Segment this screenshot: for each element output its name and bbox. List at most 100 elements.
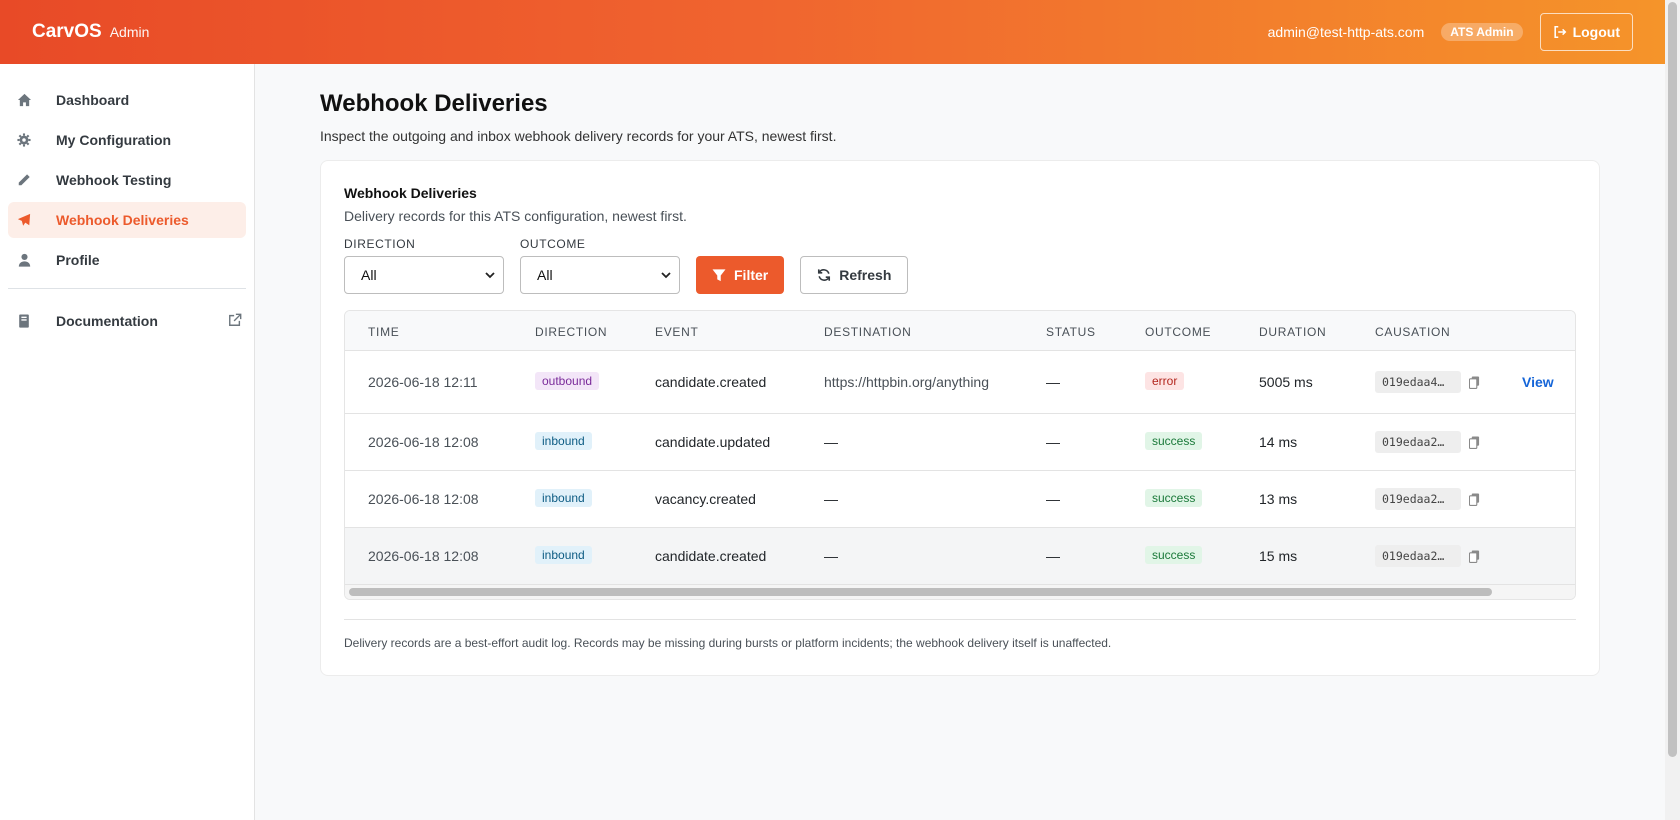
sidebar-item-profile[interactable]: Profile [8,242,246,278]
logout-button[interactable]: Logout [1539,13,1633,51]
column-header-time: TIME [368,325,400,339]
card-divider [344,619,1576,620]
column-header-causation: CAUSATION [1375,325,1451,339]
page-vertical-scrollbar[interactable] [1665,0,1680,820]
sidebar-item-dashboard[interactable]: Dashboard [8,82,246,118]
cell-time: 2026-06-18 12:11 [368,374,478,390]
cell-status: — [1046,491,1060,507]
cell-destination: — [824,548,838,564]
page-title: Webhook Deliveries [320,90,548,117]
cell-duration: 13 ms [1259,491,1298,507]
view-link[interactable]: View [1522,374,1554,390]
home-icon [16,92,32,108]
cell-duration: 5005 ms [1259,374,1313,390]
cell-time: 2026-06-18 12:08 [368,434,479,450]
chevron-down-icon [661,271,671,278]
sidebar-item-label: Webhook Deliveries [56,212,189,228]
outcome-badge: success [1145,546,1203,564]
cell-destination: — [824,491,838,507]
logout-icon [1553,25,1566,39]
cell-duration: 14 ms [1259,434,1298,450]
top-header: CarvOS Admin admin@test-http-ats.com ATS… [0,0,1665,64]
cell-time: 2026-06-18 12:08 [368,491,479,507]
cell-outcome: success [1145,432,1203,450]
causation-id: 019edaa2… [1375,431,1461,453]
refresh-button[interactable]: Refresh [800,256,909,294]
cell-causation: 019edaa2… [1375,545,1480,567]
copy-icon[interactable] [1469,376,1480,389]
page-scrollbar-thumb[interactable] [1668,2,1677,757]
table-row[interactable]: 2026-06-18 12:11 outbound candidate.crea… [345,351,1575,414]
table-row[interactable]: 2026-06-18 12:08 inbound candidate.updat… [345,414,1575,471]
cell-direction: outbound [535,372,600,390]
sidebar-item-documentation[interactable]: Documentation [8,303,246,339]
chevron-down-icon [485,271,495,278]
sidebar-divider [8,288,246,289]
direction-select[interactable]: All [344,256,504,294]
card-footnote: Delivery records are a best-effort audit… [344,636,1112,650]
cell-causation: 019edaa2… [1375,488,1480,510]
table-horizontal-scrollbar[interactable] [349,588,1492,596]
cell-destination: — [824,434,838,450]
refresh-button-label: Refresh [839,267,892,283]
filter-button[interactable]: Filter [696,256,785,294]
main-content: Webhook Deliveries Inspect the outgoing … [320,64,1600,676]
outcome-filter: OUTCOME All [520,237,680,294]
copy-icon[interactable] [1469,550,1480,563]
outcome-badge: success [1145,489,1203,507]
role-badge: ATS Admin [1441,23,1523,41]
cell-direction: inbound [535,489,592,507]
cell-event: candidate.updated [655,434,771,450]
user-email: admin@test-http-ats.com [1267,24,1425,40]
paper-plane-icon [16,212,32,228]
cell-outcome: success [1145,546,1203,564]
sidebar-item-webhook-testing[interactable]: Webhook Testing [8,162,246,198]
direction-badge: inbound [535,432,592,450]
brand-subtitle: Admin [109,24,150,40]
table-header: TIME DIRECTION EVENT DESTINATION STATUS … [345,311,1575,351]
deliveries-card: Webhook Deliveries Delivery records for … [320,160,1600,676]
outcome-badge: success [1145,432,1203,450]
direction-badge: inbound [535,546,592,564]
cell-causation: 019edaa2… [1375,431,1480,453]
funnel-icon [712,268,726,281]
page-subtitle: Inspect the outgoing and inbox webhook d… [320,128,837,144]
outcome-select[interactable]: All [520,256,680,294]
cell-direction: inbound [535,432,592,450]
table-row[interactable]: 2026-06-18 12:08 inbound vacancy.created… [345,471,1575,528]
cell-status: — [1046,434,1060,450]
sidebar: Dashboard My Configuration Webhook Testi… [0,64,255,820]
cell-direction: inbound [535,546,592,564]
external-link-icon [228,313,242,330]
copy-icon[interactable] [1469,436,1480,449]
direction-badge: inbound [535,489,592,507]
direction-select-value: All [361,267,377,283]
pencil-icon [16,172,32,188]
outcome-label: OUTCOME [520,237,586,251]
sidebar-item-label: Dashboard [56,92,130,108]
sidebar-item-label: Profile [56,252,100,268]
refresh-icon [818,269,831,281]
sidebar-item-label: My Configuration [56,132,172,148]
causation-id: 019edaa2… [1375,488,1461,510]
filter-button-label: Filter [734,267,769,283]
book-icon [16,313,32,329]
outcome-select-value: All [537,267,553,283]
brand-logo[interactable]: CarvOS [32,21,102,43]
table-row[interactable]: 2026-06-18 12:08 inbound candidate.creat… [345,528,1575,585]
sidebar-item-my-configuration[interactable]: My Configuration [8,122,246,158]
sidebar-item-webhook-deliveries[interactable]: Webhook Deliveries [8,202,246,238]
column-header-event: EVENT [655,325,699,339]
cell-time: 2026-06-18 12:08 [368,548,479,564]
sidebar-item-label: Documentation [56,313,158,329]
direction-label: DIRECTION [344,237,416,251]
deliveries-table: TIME DIRECTION EVENT DESTINATION STATUS … [344,310,1576,600]
copy-icon[interactable] [1469,493,1480,506]
cell-outcome: success [1145,489,1203,507]
logout-label: Logout [1572,24,1620,40]
outcome-badge: error [1145,372,1185,390]
column-header-outcome: OUTCOME [1145,325,1212,339]
direction-filter: DIRECTION All [344,237,504,294]
column-header-duration: DURATION [1259,325,1327,339]
column-header-direction: DIRECTION [535,325,608,339]
